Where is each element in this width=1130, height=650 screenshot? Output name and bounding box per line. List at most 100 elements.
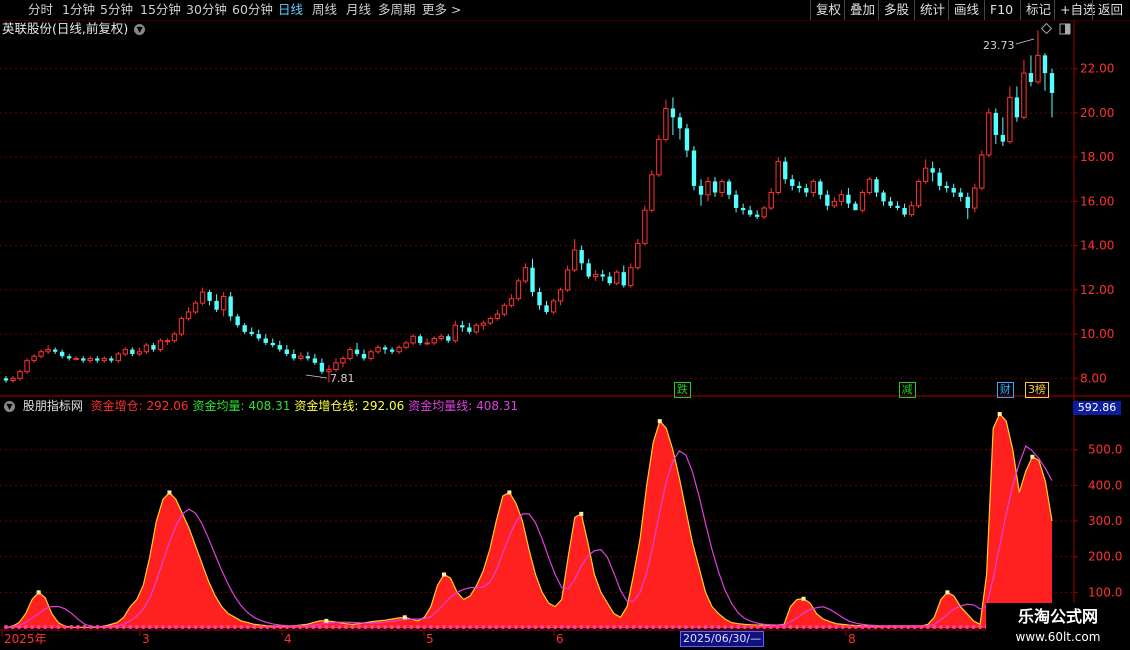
baseline-dot	[311, 625, 316, 629]
candle-body	[1021, 72, 1027, 118]
candle	[915, 179, 922, 208]
baseline-dot	[605, 625, 610, 629]
baseline-dot	[383, 625, 388, 629]
event-marker[interactable]: 跌	[673, 382, 691, 398]
candle-body	[501, 304, 508, 315]
baseline-dot	[899, 625, 904, 629]
candle	[487, 316, 494, 326]
candle	[1035, 30, 1041, 85]
candle-body	[157, 340, 164, 351]
candle-body	[354, 349, 360, 354]
indicator-name[interactable]: 股朋指标网	[23, 399, 83, 413]
candle	[467, 323, 472, 335]
candle	[122, 347, 129, 357]
candle	[59, 349, 65, 359]
candle	[460, 320, 465, 332]
baseline-dot	[925, 625, 930, 629]
event-marker[interactable]: 3榜	[1024, 382, 1049, 398]
y-tick-label: 8.00	[1080, 371, 1107, 385]
watermark-url: www.60lt.com	[1015, 630, 1101, 644]
baseline-dot	[213, 625, 218, 629]
candle-body	[418, 336, 423, 343]
candle-body	[684, 128, 690, 151]
candle-body	[804, 188, 809, 193]
candle-body	[1028, 73, 1034, 82]
baseline-dot	[193, 625, 198, 629]
candle-body	[705, 180, 711, 196]
candle-body	[17, 371, 23, 379]
candle-body	[586, 263, 591, 277]
candle-body	[122, 349, 129, 355]
candle-body	[347, 349, 353, 359]
baseline-dot	[396, 625, 401, 629]
baseline-dot	[638, 625, 643, 629]
candle	[642, 205, 648, 246]
candle	[922, 159, 929, 184]
baseline-dot	[834, 625, 839, 629]
candle-body	[214, 300, 219, 310]
x-tick-label: 3	[142, 632, 150, 646]
candle-body	[677, 117, 683, 129]
candle-body	[38, 351, 44, 357]
candle	[45, 345, 51, 354]
candle-body	[284, 349, 289, 354]
high-price-label: 23.73	[983, 39, 1015, 52]
baseline-dot	[317, 625, 322, 629]
event-marker[interactable]: 减	[898, 382, 916, 398]
panel-toggle-icon[interactable]	[1059, 23, 1071, 35]
candle-body	[136, 351, 143, 355]
candle-body	[494, 313, 501, 320]
candle-body	[761, 207, 767, 218]
candle	[3, 376, 9, 383]
candle	[151, 342, 156, 352]
baseline-dot	[710, 625, 715, 629]
diamond-icon[interactable]	[1040, 22, 1053, 35]
event-marker[interactable]: 财	[996, 382, 1014, 398]
candle	[277, 340, 282, 352]
candle	[24, 358, 30, 374]
baseline-dot	[206, 625, 211, 629]
candle	[656, 135, 662, 178]
candle	[256, 329, 261, 341]
baseline-dot	[154, 625, 159, 629]
baseline-dot	[49, 625, 54, 629]
y-tick-label: 16.00	[1080, 194, 1114, 208]
baseline-dot	[729, 625, 734, 629]
baseline-dot	[853, 625, 858, 629]
peak-dot	[657, 419, 662, 424]
baseline-dot	[912, 625, 917, 629]
candle-body	[544, 305, 549, 312]
candle	[1000, 117, 1006, 147]
candle-body	[270, 342, 275, 346]
baseline-dot	[121, 625, 126, 629]
baseline-dot	[180, 625, 185, 629]
baseline-dot	[847, 625, 852, 629]
candle	[972, 183, 978, 213]
candle-body	[881, 192, 886, 202]
candle-body	[670, 108, 676, 118]
candle-body	[747, 210, 753, 215]
candle-body	[831, 200, 838, 207]
baseline-dot	[513, 625, 518, 629]
candle	[818, 179, 823, 200]
candle	[937, 168, 942, 191]
cursor-date: 2025/06/30/—	[680, 631, 765, 647]
baseline-dot	[814, 625, 819, 629]
candle	[691, 146, 697, 191]
candle	[298, 351, 304, 361]
candle	[508, 294, 515, 308]
baseline-dot	[788, 625, 793, 629]
candle	[649, 170, 655, 213]
candle	[494, 309, 501, 321]
baseline-dot	[448, 625, 453, 629]
baseline-dot	[285, 625, 290, 629]
chevron-down-icon[interactable]: ▼	[4, 401, 15, 412]
baseline-dot	[245, 625, 250, 629]
y-tick-label: 12.00	[1080, 283, 1114, 297]
baseline-dot	[468, 625, 473, 629]
baseline-dot	[723, 625, 728, 629]
candle-body	[1014, 97, 1020, 118]
candle-body	[410, 335, 416, 344]
candle	[888, 196, 893, 208]
baseline-dot	[36, 625, 41, 629]
